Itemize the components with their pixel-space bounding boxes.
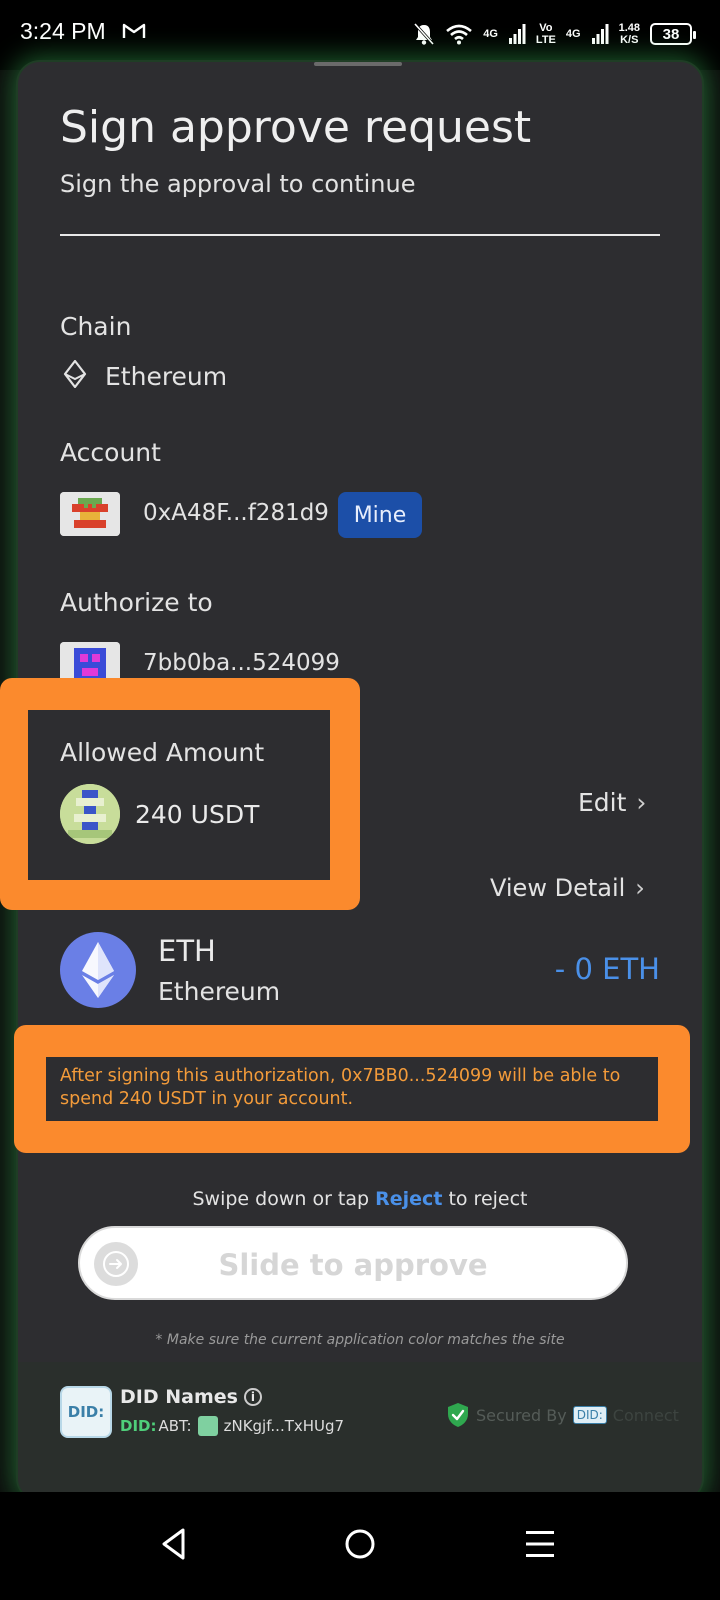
allowed-amount-value: 240 USDT bbox=[135, 800, 260, 829]
shield-check-icon bbox=[448, 1403, 468, 1427]
color-match-note: * Make sure the current application colo… bbox=[155, 1332, 565, 1348]
back-triangle-icon bbox=[162, 1528, 185, 1560]
chain-value: Ethereum bbox=[105, 362, 228, 391]
wifi-icon bbox=[446, 24, 473, 45]
status-bar: 3:24 PM 4G Vo LTE 4G 1.48 K/S 38 bbox=[0, 0, 720, 70]
secured-brand: DID: bbox=[572, 1406, 607, 1424]
slider-label: Slide to approve bbox=[218, 1248, 488, 1282]
token-symbol: ETH bbox=[158, 934, 216, 968]
nav-back-button[interactable] bbox=[144, 1514, 204, 1574]
edit-label: Edit bbox=[578, 788, 627, 817]
speed-unit: K/S bbox=[620, 34, 639, 46]
slide-to-approve[interactable]: Slide to approve bbox=[78, 1226, 628, 1300]
ethereum-diamond-icon bbox=[63, 360, 87, 388]
volte-bottom: LTE bbox=[535, 34, 556, 46]
did-prefix: DID: bbox=[120, 1417, 157, 1435]
menu-lines-icon bbox=[526, 1531, 554, 1557]
did-logo: DID: bbox=[60, 1386, 112, 1438]
network-type-2: 4G bbox=[565, 28, 581, 40]
secured-label: Secured By bbox=[476, 1405, 567, 1425]
page-subtitle: Sign the approval to continue bbox=[60, 170, 416, 198]
volte-indicator: Vo LTE bbox=[536, 22, 556, 46]
reject-link[interactable]: Reject bbox=[375, 1188, 442, 1210]
battery-indicator: 38 bbox=[650, 23, 696, 45]
nav-home-button[interactable] bbox=[330, 1514, 390, 1574]
home-circle-icon bbox=[345, 1529, 375, 1559]
did-app-name: DID Names i bbox=[120, 1386, 262, 1408]
nav-recents-button[interactable] bbox=[510, 1514, 570, 1574]
swipe-suffix: to reject bbox=[442, 1188, 528, 1210]
allowed-amount-label: Allowed Amount bbox=[60, 738, 265, 767]
header-divider bbox=[60, 234, 660, 236]
swipe-hint: Swipe down or tap Reject to reject bbox=[18, 1188, 702, 1210]
view-detail-link[interactable]: View Detail › bbox=[490, 874, 645, 902]
chain-label: Chain bbox=[60, 312, 132, 341]
highlight-warning: After signing this authorization, 0x7BB0… bbox=[14, 1025, 690, 1153]
mine-badge: Mine bbox=[338, 492, 422, 538]
status-indicators: 4G Vo LTE 4G 1.48 K/S 38 bbox=[413, 14, 696, 54]
edit-amount-link[interactable]: Edit › bbox=[578, 788, 646, 817]
ethereum-logo-icon bbox=[60, 932, 136, 1008]
network-speed: 1.48 K/S bbox=[619, 22, 640, 46]
did-type: ABT: bbox=[158, 1417, 192, 1435]
secured-by: Secured By DID: Connect bbox=[446, 1402, 679, 1428]
did-address: zNKgjf...TxHUg7 bbox=[223, 1417, 345, 1435]
allowed-amount-panel: Allowed Amount 240 USDT bbox=[28, 710, 330, 880]
page-title: Sign approve request bbox=[60, 102, 532, 153]
gmail-icon bbox=[122, 23, 146, 38]
info-icon[interactable]: i bbox=[243, 1388, 262, 1406]
secured-connect: Connect bbox=[612, 1405, 679, 1425]
volte-top: Vo bbox=[539, 22, 553, 34]
swipe-prefix: Swipe down or tap bbox=[192, 1188, 376, 1210]
account-avatar bbox=[60, 492, 120, 536]
drag-handle[interactable] bbox=[314, 62, 402, 66]
speed-value: 1.48 bbox=[618, 22, 640, 34]
approval-warning: After signing this authorization, 0x7BB0… bbox=[46, 1057, 658, 1121]
mute-bell-icon bbox=[414, 22, 435, 46]
usdt-token-avatar bbox=[60, 784, 120, 844]
balance-delta: - 0 ETH bbox=[554, 952, 660, 986]
sheet-footer: DID: DID Names i DID: ABT: zNKgjf...TxHUg… bbox=[18, 1362, 702, 1500]
signal-icon-1 bbox=[508, 24, 526, 44]
did-mini-avatar bbox=[197, 1416, 218, 1436]
network-type-1: 4G bbox=[483, 28, 498, 40]
system-nav-bar bbox=[0, 1492, 720, 1600]
did-app-name-text: DID Names bbox=[120, 1386, 238, 1408]
highlight-allowed-amount: Allowed Amount 240 USDT bbox=[0, 678, 360, 910]
account-address: 0xA48F...f281d9 bbox=[143, 500, 329, 526]
token-name: Ethereum bbox=[158, 977, 281, 1006]
did-address-row: DID: ABT: zNKgjf...TxHUg7 bbox=[120, 1416, 344, 1436]
chevron-right-icon: › bbox=[635, 874, 645, 902]
chevron-right-icon: › bbox=[636, 788, 647, 817]
status-time: 3:24 PM bbox=[20, 18, 106, 44]
signal-icon-2 bbox=[591, 24, 609, 44]
authorize-label: Authorize to bbox=[60, 588, 213, 617]
spender-address: 7bb0ba...524099 bbox=[143, 650, 340, 676]
view-detail-label: View Detail bbox=[490, 874, 626, 902]
account-label: Account bbox=[60, 438, 161, 467]
